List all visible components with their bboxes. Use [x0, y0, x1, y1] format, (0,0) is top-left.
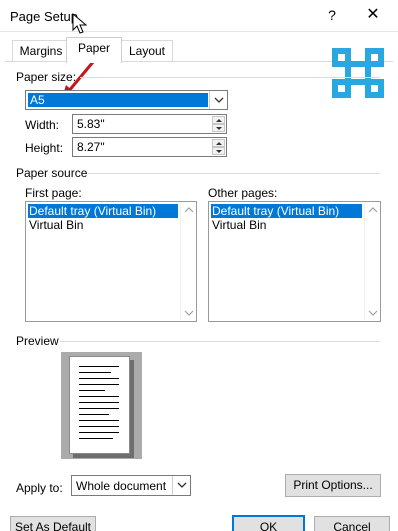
divider [80, 77, 380, 78]
paper-size-value: A5 [28, 93, 208, 107]
width-decrement[interactable] [212, 124, 225, 132]
list-item[interactable]: Virtual Bin [28, 218, 178, 232]
tab-paper[interactable]: Paper [66, 37, 122, 63]
cancel-button[interactable]: Cancel [314, 516, 390, 531]
width-label: Width: [25, 118, 60, 132]
divider [60, 341, 380, 342]
preview-page [69, 356, 130, 454]
close-button[interactable]: ✕ [361, 4, 385, 26]
divider [88, 173, 380, 174]
scroll-down-icon[interactable] [368, 310, 378, 316]
height-label: Height: [25, 141, 64, 155]
mouse-cursor-icon [72, 13, 88, 34]
scrollbar[interactable] [180, 202, 196, 321]
chevron-down-icon [214, 97, 224, 103]
command-key-icon [332, 48, 384, 98]
first-page-label: First page: [25, 186, 82, 200]
chevron-down-icon [177, 482, 187, 488]
tab-layout[interactable]: Layout [121, 40, 173, 62]
scroll-up-icon[interactable] [184, 207, 194, 213]
preview-label: Preview [16, 334, 59, 348]
apply-to-select[interactable]: Whole document [71, 475, 191, 496]
first-page-list[interactable]: Default tray (Virtual Bin) Virtual Bin [25, 201, 197, 322]
ok-button[interactable]: OK [232, 515, 305, 531]
apply-to-value: Whole document [76, 479, 167, 493]
scroll-down-icon[interactable] [184, 310, 194, 316]
print-options-button[interactable]: Print Options... [285, 474, 381, 497]
window-title: Page Setup [10, 9, 78, 24]
list-item[interactable]: Default tray (Virtual Bin) [28, 204, 178, 218]
scroll-up-icon[interactable] [368, 207, 378, 213]
list-item[interactable]: Virtual Bin [211, 218, 362, 232]
title-bar: Page Setup ? ✕ [0, 0, 398, 34]
set-as-default-button[interactable]: Set As Default [10, 516, 96, 531]
paper-size-label: Paper size: [16, 70, 77, 84]
apply-to-dropdown-button[interactable] [172, 476, 190, 495]
paper-source-label: Paper source [16, 166, 88, 180]
width-spinner[interactable]: 5.83" [72, 114, 227, 134]
height-decrement[interactable] [212, 147, 225, 155]
help-button[interactable]: ? [321, 4, 343, 26]
scrollbar[interactable] [364, 202, 380, 321]
height-spinner[interactable]: 8.27" [72, 137, 227, 157]
other-pages-label: Other pages: [208, 186, 278, 200]
width-increment[interactable] [212, 116, 225, 124]
other-pages-list[interactable]: Default tray (Virtual Bin) Virtual Bin [208, 201, 381, 322]
list-item[interactable]: Default tray (Virtual Bin) [211, 204, 362, 218]
width-value: 5.83" [77, 117, 105, 131]
paper-size-dropdown-button[interactable] [209, 91, 227, 109]
apply-to-label: Apply to: [16, 481, 63, 495]
paper-size-select[interactable]: A5 [25, 90, 228, 110]
height-value: 8.27" [77, 140, 105, 154]
height-increment[interactable] [212, 139, 225, 147]
